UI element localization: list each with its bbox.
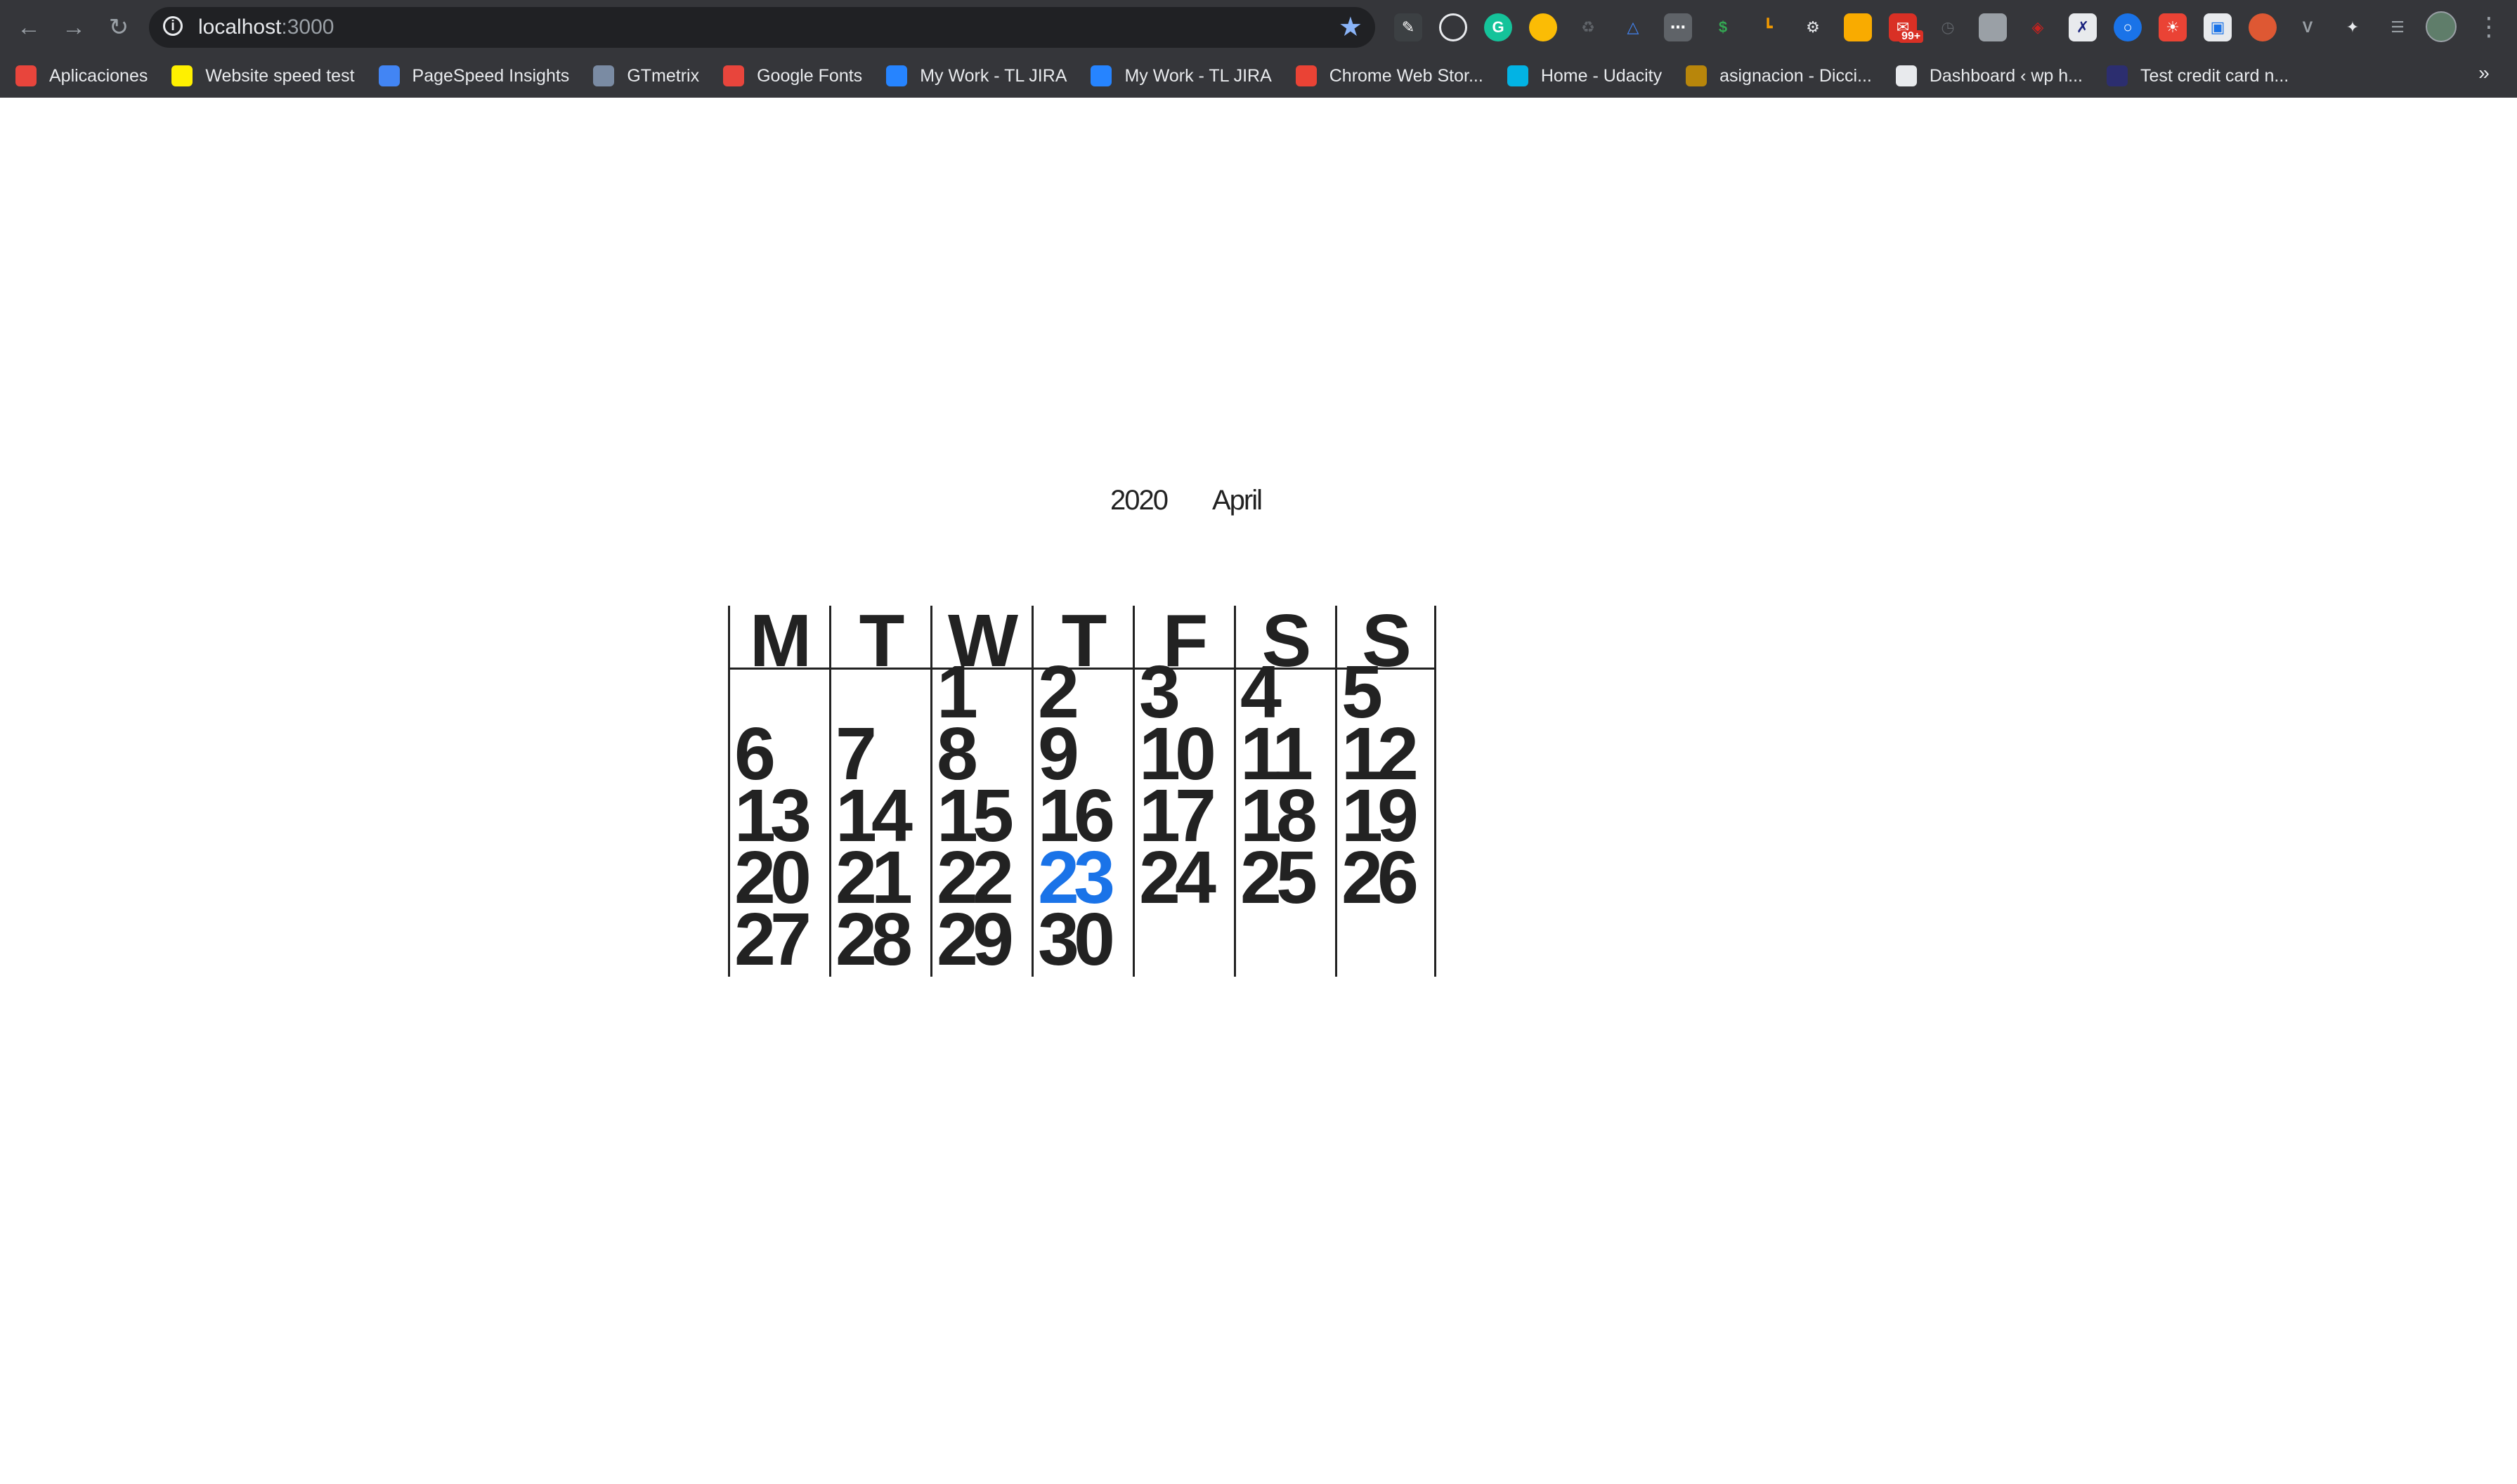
url-text[interactable]: localhost:3000	[198, 15, 334, 39]
gtmetrix-icon	[593, 65, 615, 86]
bookmark-item[interactable]: asignacion - Dicci...	[1686, 62, 1872, 90]
weekday-column: T 2 9 16 23 30	[1032, 604, 1133, 977]
bookmark-label: Home - Udacity	[1540, 65, 1663, 86]
paypal-icon	[2107, 65, 2128, 86]
grammarly-extension-icon[interactable]: G	[1484, 13, 1512, 41]
box-extension-icon[interactable]: ▣	[2204, 13, 2232, 41]
media-control-icon[interactable]: ☰	[2383, 13, 2412, 41]
bookmark-item[interactable]: My Work - TL JIRA	[1091, 62, 1272, 90]
vue-extension-icon[interactable]: V	[2294, 13, 2322, 41]
bookmark-item[interactable]: Home - Udacity	[1507, 62, 1662, 90]
extensions-puzzle-icon[interactable]: ✦	[2339, 13, 2367, 41]
reload-icon[interactable]: ↻	[100, 8, 138, 46]
pagespeed-icon	[378, 65, 400, 86]
globe-icon	[1895, 65, 1917, 86]
weekday-label: T	[831, 604, 930, 678]
chrome-store-icon	[1295, 65, 1317, 86]
chrome-extension-icon[interactable]	[1529, 13, 1557, 41]
bookmark-label: asignacion - Dicci...	[1719, 65, 1872, 86]
x-extension-icon[interactable]: ✗	[2069, 13, 2097, 41]
calendar-year: 2020	[1110, 484, 1169, 516]
triangle-extension-icon[interactable]: △	[1619, 13, 1647, 41]
bookmark-item[interactable]: Dashboard ‹ wp h...	[1895, 62, 2083, 90]
bookmark-label: GTmetrix	[627, 65, 700, 86]
bookmark-label: Website speed test	[205, 65, 355, 86]
dots-extension-icon[interactable]: ⋯	[1664, 13, 1692, 41]
extensions-bar: ✎ G ♻ △ ⋯ $ ┗ ⚙ ✉ 99+ ◷ ◈ ✗ ○ ☀ ▣ V ✦ ☰	[1394, 11, 2428, 44]
clock-extension-icon[interactable]: ◷	[1934, 13, 1962, 41]
bookmark-item[interactable]: Google Fonts	[723, 62, 862, 90]
weekday-column: S 5 12 19 26	[1335, 604, 1436, 977]
bookmark-item[interactable]: Aplicaciones	[15, 62, 148, 90]
bookmark-item[interactable]: My Work - TL JIRA	[886, 62, 1067, 90]
dollar-extension-icon[interactable]: $	[1709, 13, 1737, 41]
calendar-month: April	[1211, 484, 1263, 516]
back-arrow-icon[interactable]: ←	[10, 8, 48, 46]
colorpicker-extension-icon[interactable]: ✎	[1394, 13, 1422, 41]
jira-icon	[886, 65, 908, 86]
bookmark-label: My Work - TL JIRA	[920, 65, 1067, 86]
chat-extension-icon[interactable]	[1979, 13, 2007, 41]
bug-extension-icon[interactable]: ⚙	[1799, 13, 1827, 41]
mail-extension-icon[interactable]: ✉ 99+	[1889, 13, 1924, 43]
url-host: localhost	[198, 15, 282, 39]
weekday-column: F 3 10 17 24	[1133, 604, 1234, 977]
calendar-grid: M 6 13 20 27 T 7 14 21 28 W 1 8 15 22 29 T 2 9 16 23 30 F 3 10 17…	[728, 604, 1436, 977]
google-fonts-icon	[723, 65, 745, 86]
puzzle-red-extension-icon[interactable]: ☀	[2159, 13, 2187, 41]
calendar-day[interactable]: 24	[1135, 840, 1216, 915]
ruler-extension-icon[interactable]: ┗	[1754, 13, 1782, 41]
chrome-menu-icon[interactable]: ⋮	[2476, 10, 2502, 44]
weekday-column: T 7 14 21 28	[829, 604, 930, 977]
weekday-column: M 6 13 20 27	[728, 604, 829, 977]
browser-toolbar: ← → ↻ i localhost:3000 ★ ✎ G ♻ △ ⋯ $ ┗ ⚙…	[0, 0, 2517, 55]
bookmark-label: Test credit card n...	[2140, 65, 2289, 86]
calendar-day[interactable]: 28	[831, 902, 913, 977]
calendar-header: 2020 April	[1110, 479, 1263, 521]
circle-extension-icon[interactable]: ○	[2114, 13, 2142, 41]
address-bar[interactable]: i localhost:3000 ★	[149, 7, 1375, 48]
bookmark-item[interactable]: Website speed test	[171, 62, 355, 90]
bookmarks-overflow-icon[interactable]: »	[2473, 59, 2495, 87]
bookmark-item[interactable]: GTmetrix	[593, 62, 699, 90]
pingdom-icon	[171, 65, 193, 86]
shield-extension-icon[interactable]: ◈	[2024, 13, 2052, 41]
weekday-column: S 4 11 18 25	[1234, 604, 1335, 977]
rae-icon	[1686, 65, 1708, 86]
bookmarks-bar: Aplicaciones Website speed test PageSpeed …	[0, 55, 2517, 98]
bookmark-label: Google Fonts	[757, 65, 863, 86]
profile-avatar[interactable]	[2426, 11, 2457, 42]
bookmark-label: Dashboard ‹ wp h...	[1929, 65, 2083, 86]
url-port: :3000	[281, 15, 334, 39]
calendar-day[interactable]: 27	[730, 902, 812, 977]
forward-arrow-icon[interactable]: →	[55, 8, 93, 46]
bookmark-item[interactable]: Chrome Web Stor...	[1295, 62, 1483, 90]
apps-grid-icon	[15, 65, 37, 86]
site-info-icon[interactable]: i	[163, 16, 183, 36]
bookmark-label: Chrome Web Stor...	[1329, 65, 1483, 86]
calendar-day[interactable]: 25	[1236, 840, 1318, 915]
duckduckgo-extension-icon[interactable]	[2249, 13, 2277, 41]
bookmark-label: PageSpeed Insights	[412, 65, 570, 86]
target-extension-icon[interactable]	[1439, 13, 1467, 41]
bookmark-label: Aplicaciones	[49, 65, 148, 86]
extension-badge: 99+	[1899, 30, 1924, 43]
bookmark-item[interactable]: PageSpeed Insights	[378, 62, 570, 90]
weekday-label: M	[730, 604, 829, 678]
notes-extension-icon[interactable]	[1844, 13, 1872, 41]
bookmark-label: My Work - TL JIRA	[1124, 65, 1272, 86]
udacity-icon	[1507, 65, 1528, 86]
weekday-column: W 1 8 15 22 29	[930, 604, 1032, 977]
bookmark-star-icon[interactable]: ★	[1339, 11, 1362, 43]
bookmark-item[interactable]: Test credit card n...	[2107, 62, 2289, 90]
jira-icon	[1091, 65, 1112, 86]
calendar-day[interactable]: 26	[1337, 840, 1419, 915]
bookmarks-list: Aplicaciones Website speed test PageSpeed …	[15, 62, 2313, 90]
calendar-day[interactable]: 29	[932, 902, 1014, 977]
calendar-day[interactable]: 30	[1034, 902, 1115, 977]
browser-chrome: ← → ↻ i localhost:3000 ★ ✎ G ♻ △ ⋯ $ ┗ ⚙…	[0, 0, 2517, 98]
recycle-extension-icon[interactable]: ♻	[1574, 13, 1602, 41]
